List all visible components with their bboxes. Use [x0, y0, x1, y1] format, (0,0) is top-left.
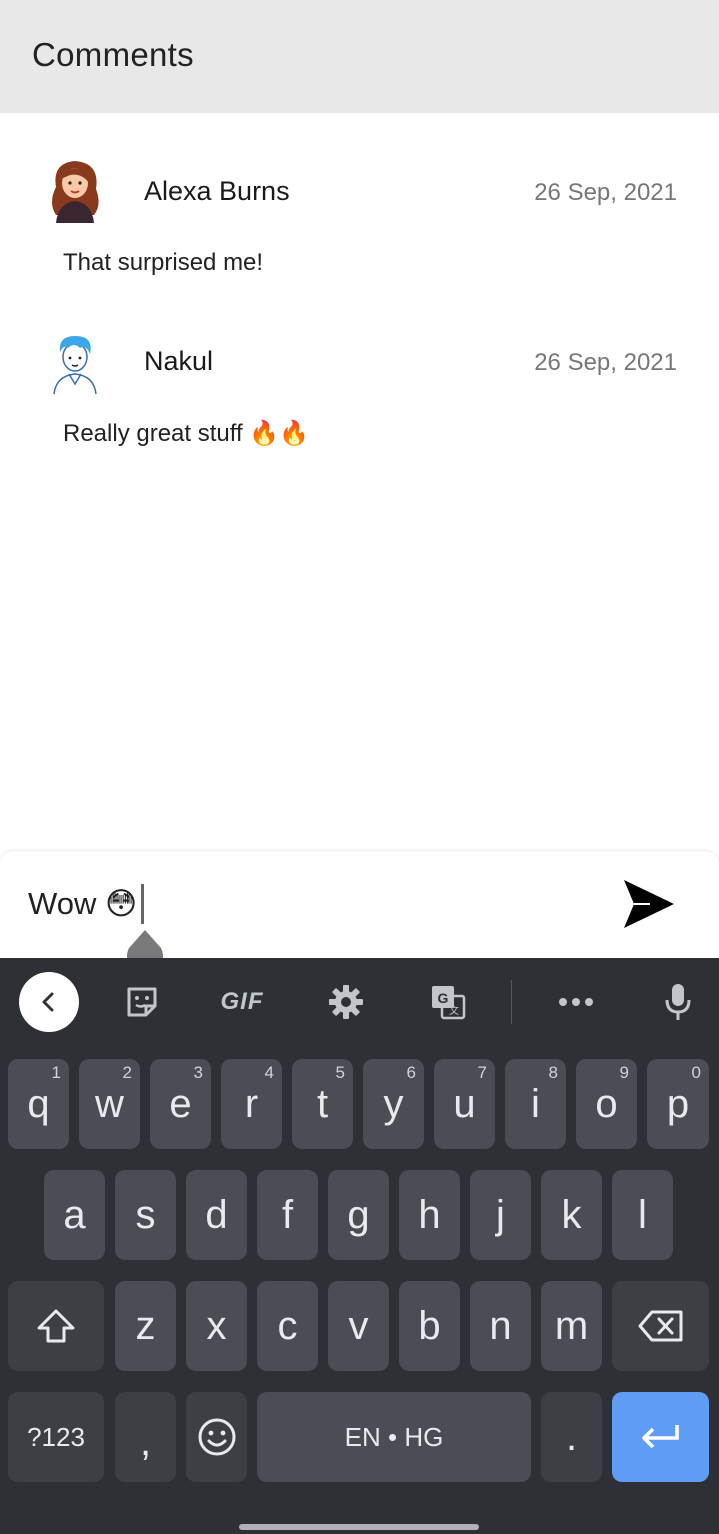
key-y[interactable]: y6: [363, 1059, 424, 1149]
key-q[interactable]: q1: [8, 1059, 69, 1149]
key-j[interactable]: j: [470, 1170, 531, 1260]
text-cursor: [141, 884, 145, 924]
home-indicator[interactable]: [239, 1524, 479, 1530]
app-bar: Comments: [0, 0, 719, 113]
space-key[interactable]: EN • HG: [257, 1392, 531, 1482]
key-s[interactable]: s: [115, 1170, 176, 1260]
comma-key[interactable]: ,: [115, 1392, 176, 1482]
settings-button[interactable]: [316, 972, 376, 1032]
keyboard-toolbar: GIF G文: [0, 958, 719, 1044]
shift-icon: [37, 1309, 75, 1343]
microphone-icon: [665, 984, 691, 1020]
key-v[interactable]: v: [328, 1281, 389, 1371]
gif-button[interactable]: GIF: [212, 972, 272, 1032]
key-u[interactable]: u7: [434, 1059, 495, 1149]
chevron-left-icon: [42, 992, 54, 1012]
more-horizontal-icon: [559, 998, 593, 1006]
symbols-key[interactable]: ?123: [8, 1392, 104, 1482]
sticker-icon: [127, 987, 157, 1017]
sticker-button[interactable]: [112, 972, 172, 1032]
key-b[interactable]: b: [399, 1281, 460, 1371]
svg-text:文: 文: [449, 1004, 459, 1017]
comment-author: Nakul: [144, 346, 214, 376]
more-button[interactable]: [546, 972, 606, 1032]
comment-text: That surprised me!: [63, 249, 264, 276]
shift-key[interactable]: [8, 1281, 104, 1371]
key-n[interactable]: n: [470, 1281, 531, 1371]
key-r[interactable]: r4: [221, 1059, 282, 1149]
translate-button[interactable]: G文: [418, 972, 478, 1032]
page-title: Comments: [32, 36, 194, 73]
toolbar-divider: [511, 980, 512, 1024]
keyboard: GIF G文 q1 w2 e3 r4 t5 y6 u7 i8 o9 p0 a s…: [0, 958, 719, 1534]
gif-label: GIF: [220, 988, 264, 1015]
key-h[interactable]: h: [399, 1170, 460, 1260]
key-x[interactable]: x: [186, 1281, 247, 1371]
key-z[interactable]: z: [115, 1281, 176, 1371]
send-icon[interactable]: [620, 876, 678, 932]
key-c[interactable]: c: [257, 1281, 318, 1371]
key-g[interactable]: g: [328, 1170, 389, 1260]
emoji-key[interactable]: [186, 1392, 247, 1482]
voice-input-button[interactable]: [648, 972, 708, 1032]
period-key[interactable]: .: [541, 1392, 602, 1482]
key-f[interactable]: f: [257, 1170, 318, 1260]
keyboard-back-button[interactable]: [19, 972, 79, 1032]
emoji-icon: [198, 1418, 235, 1456]
key-m[interactable]: m: [541, 1281, 602, 1371]
comment-date: 26 Sep, 2021: [534, 179, 677, 206]
backspace-icon: [638, 1310, 682, 1342]
enter-icon: [641, 1425, 679, 1449]
svg-text:G: G: [438, 990, 449, 1006]
comment-text: Really great stuff 🔥🔥: [63, 420, 310, 447]
comment-input-value: Wow 😳: [28, 886, 138, 921]
comment-author: Alexa Burns: [144, 176, 290, 206]
key-l[interactable]: l: [612, 1170, 673, 1260]
comment-composer: Wow 😳: [0, 851, 719, 958]
key-d[interactable]: d: [186, 1170, 247, 1260]
avatar: [52, 161, 99, 223]
key-w[interactable]: w2: [79, 1059, 140, 1149]
key-k[interactable]: k: [541, 1170, 602, 1260]
key-a[interactable]: a: [44, 1170, 105, 1260]
comment-input[interactable]: Wow 😳: [28, 883, 145, 925]
key-p[interactable]: p0: [647, 1059, 709, 1149]
enter-key[interactable]: [612, 1392, 709, 1482]
avatar: [53, 336, 97, 395]
comment-date: 26 Sep, 2021: [534, 349, 677, 376]
key-e[interactable]: e3: [150, 1059, 211, 1149]
translate-icon: G文: [432, 986, 466, 1020]
key-t[interactable]: t5: [292, 1059, 353, 1149]
key-i[interactable]: i8: [505, 1059, 566, 1149]
key-o[interactable]: o9: [576, 1059, 637, 1149]
backspace-key[interactable]: [612, 1281, 709, 1371]
gear-icon: [329, 985, 363, 1019]
